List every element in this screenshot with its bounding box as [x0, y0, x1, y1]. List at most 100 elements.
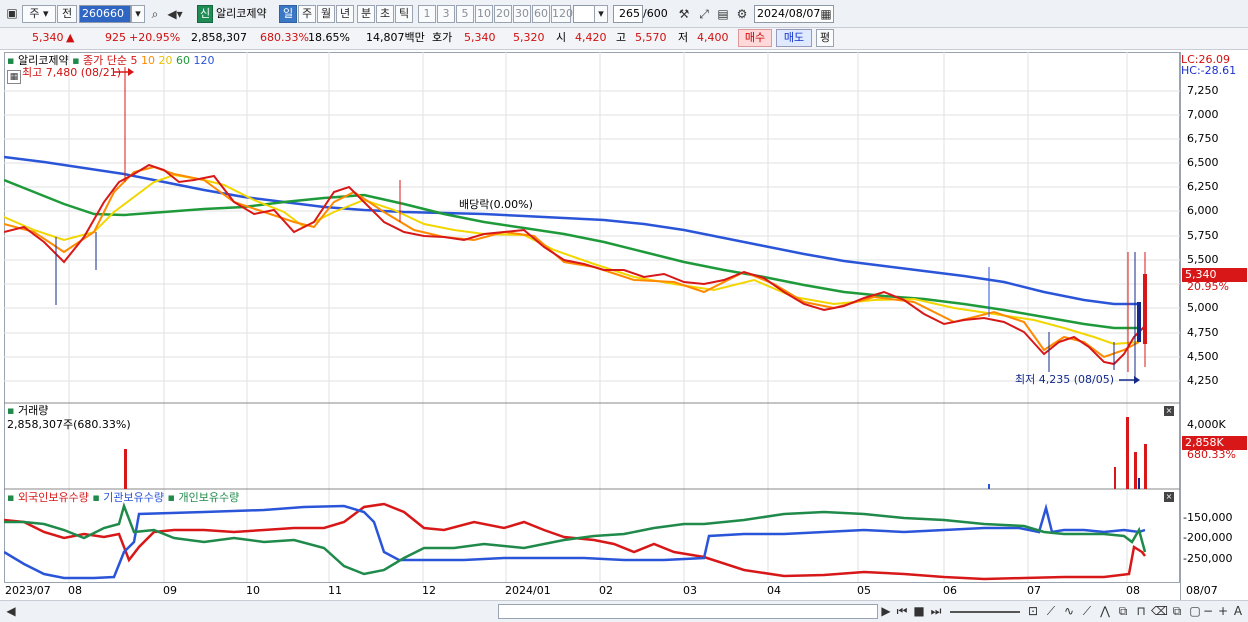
candles [55, 67, 1147, 377]
y-tick-5000: 5,000 [1187, 301, 1219, 314]
y-tick-7000: 7,000 [1187, 108, 1219, 121]
volume-title: 거래량 [17, 404, 49, 417]
institution-holdings-label: 기관보유수량 [103, 491, 165, 504]
bid-price-1: 5,340 [464, 31, 496, 44]
low-note: 최저 4,235 (08/05) [1015, 373, 1115, 386]
x-label-08b: 08 [1126, 584, 1140, 597]
period-minute[interactable]: 분 [357, 5, 375, 23]
open-price: 4,420 [575, 31, 607, 44]
individual-holdings-label: 개인보유수량 [178, 491, 240, 504]
ma60-line [4, 178, 1139, 330]
scroll-thumb[interactable] [498, 604, 878, 619]
x-label-03: 03 [683, 584, 697, 597]
draw-tool-icon[interactable]: ⊡ [1025, 603, 1041, 619]
y-tick-4500: 4,500 [1187, 350, 1219, 363]
interval-3[interactable]: 3 [437, 5, 455, 23]
scroll-left-icon[interactable]: ◀ [3, 603, 19, 619]
interval-5[interactable]: 5 [456, 5, 474, 23]
right-axis[interactable]: LC:26.09 HC:-28.61 7,250 7,000 6,750 6,5… [1180, 52, 1248, 600]
x-label-07: 07 [1027, 584, 1041, 597]
price-change-rate: +20.95% [129, 31, 181, 44]
ma20-label: 20 [158, 54, 173, 67]
x-label-05: 05 [857, 584, 871, 597]
x-label-10: 10 [246, 584, 260, 597]
interval-30[interactable]: 30 [513, 5, 531, 23]
legend-toggle-icon[interactable]: ▪ [7, 54, 14, 67]
period-day[interactable]: 일 [279, 5, 297, 23]
volume-pane-close-icon[interactable]: × [1164, 406, 1174, 416]
holdings-y-tick-2: -200,000 [1183, 531, 1233, 544]
trend-tool-icon[interactable]: ⟋ [1079, 603, 1095, 619]
holdings-legend-icon-2: ▪ [92, 491, 100, 504]
save-icon[interactable]: ▤ [715, 6, 731, 22]
count-input[interactable]: 265 [613, 5, 643, 23]
volume-y-tick: 4,000K [1187, 418, 1226, 431]
up-arrow-icon: ▲ [66, 31, 75, 44]
calculator-icon[interactable]: ▦ [7, 70, 21, 84]
window-menu-icon[interactable]: ▣ [4, 5, 20, 21]
y-tick-6250: 6,250 [1187, 180, 1219, 193]
market-select[interactable]: 주 ▾ [22, 5, 56, 23]
prev-select[interactable]: 전 [57, 5, 77, 23]
y-tick-5500: 5,500 [1187, 253, 1219, 266]
low-price: 4,400 [697, 31, 729, 44]
last-page-icon[interactable]: ⏭ [928, 603, 944, 619]
speaker-icon[interactable]: ◀▾ [167, 6, 183, 22]
holdings-legend: ▪ 외국인보유수량 ▪ 기관보유수량 ▪ 개인보유수량 [7, 491, 239, 505]
layout-icon[interactable]: ⧉ [1169, 603, 1185, 619]
magnet-icon[interactable]: ⊓ [1133, 603, 1149, 619]
zoom-in-icon[interactable]: + [1215, 603, 1231, 619]
high-note: 최고 7,480 (08/21) [22, 66, 122, 79]
foreign-holdings-label: 외국인보유수량 [17, 491, 89, 504]
search-icon[interactable]: ⌕ [147, 6, 163, 22]
high-price: 5,570 [635, 31, 667, 44]
x-label-02: 02 [599, 584, 613, 597]
interval-1[interactable]: 1 [418, 5, 436, 23]
interval-20[interactable]: 20 [494, 5, 512, 23]
period-second[interactable]: 초 [376, 5, 394, 23]
sell-button[interactable]: 매도 [776, 29, 812, 47]
current-rate-tag: 20.95% [1187, 280, 1229, 293]
interval-custom-dropdown[interactable]: ▾ [594, 5, 608, 23]
turnover-rate: 18.65% [308, 31, 350, 44]
code-dropdown[interactable]: ▾ [131, 5, 145, 23]
erase-icon[interactable]: ⌫ [1151, 603, 1168, 619]
period-year[interactable]: 년 [336, 5, 354, 23]
stock-code-input[interactable]: 260660 [79, 5, 131, 23]
holdings-pane-close-icon[interactable]: × [1164, 492, 1174, 502]
buy-button[interactable]: 매수 [738, 29, 772, 47]
interval-120[interactable]: 120 [551, 5, 573, 23]
evaluate-button[interactable]: 평 [816, 29, 834, 47]
individual-holdings-line [4, 502, 1147, 576]
period-month[interactable]: 월 [317, 5, 335, 23]
zoom-out-icon[interactable]: − [1200, 603, 1216, 619]
first-page-icon[interactable]: ⏮ [894, 603, 910, 619]
period-week[interactable]: 주 [298, 5, 316, 23]
current-price: 5,340 [32, 31, 64, 44]
zoom-slider[interactable] [950, 611, 1020, 613]
x-axis: 2023/07 08 09 10 11 12 2024/01 02 03 04 … [4, 582, 1180, 600]
stop-icon[interactable]: ■ [911, 603, 927, 619]
font-size-icon[interactable]: A [1230, 603, 1246, 619]
calendar-icon[interactable]: ▦ [818, 6, 834, 22]
interval-60[interactable]: 60 [532, 5, 550, 23]
interval-10[interactable]: 10 [475, 5, 493, 23]
volume-rate: 680.33% [260, 31, 309, 44]
x-axis-right-label: 08/07 [1186, 584, 1218, 597]
bid-label: 호가 [432, 31, 453, 44]
line-tool-icon[interactable]: ⟋ [1043, 603, 1059, 619]
fib-tool-icon[interactable]: ⋀ [1097, 603, 1113, 619]
scroll-right-icon[interactable]: ▶ [878, 603, 894, 619]
wave-tool-icon[interactable]: ∿ [1061, 603, 1077, 619]
x-label-06: 06 [943, 584, 957, 597]
chart-tools-icon[interactable]: ⚒ [676, 6, 692, 22]
copy-icon[interactable]: ⧉ [1115, 603, 1131, 619]
gear-icon[interactable]: ⚙ [734, 6, 750, 22]
indicator-icon[interactable]: ⤢ [696, 6, 712, 22]
bottom-scrollbar[interactable]: ◀ ▶ ⏮ ■ ⏭ ⊡ ⟋ ∿ ⟋ ⋀ ⧉ ⊓ ⌫ ⧉ ▢ − + A [0, 600, 1248, 622]
foreign-holdings-line [4, 502, 1146, 581]
y-tick-6500: 6,500 [1187, 156, 1219, 169]
low-label: 저 [678, 31, 689, 44]
ma60-label: 60 [176, 54, 191, 67]
period-tick[interactable]: 틱 [395, 5, 413, 23]
